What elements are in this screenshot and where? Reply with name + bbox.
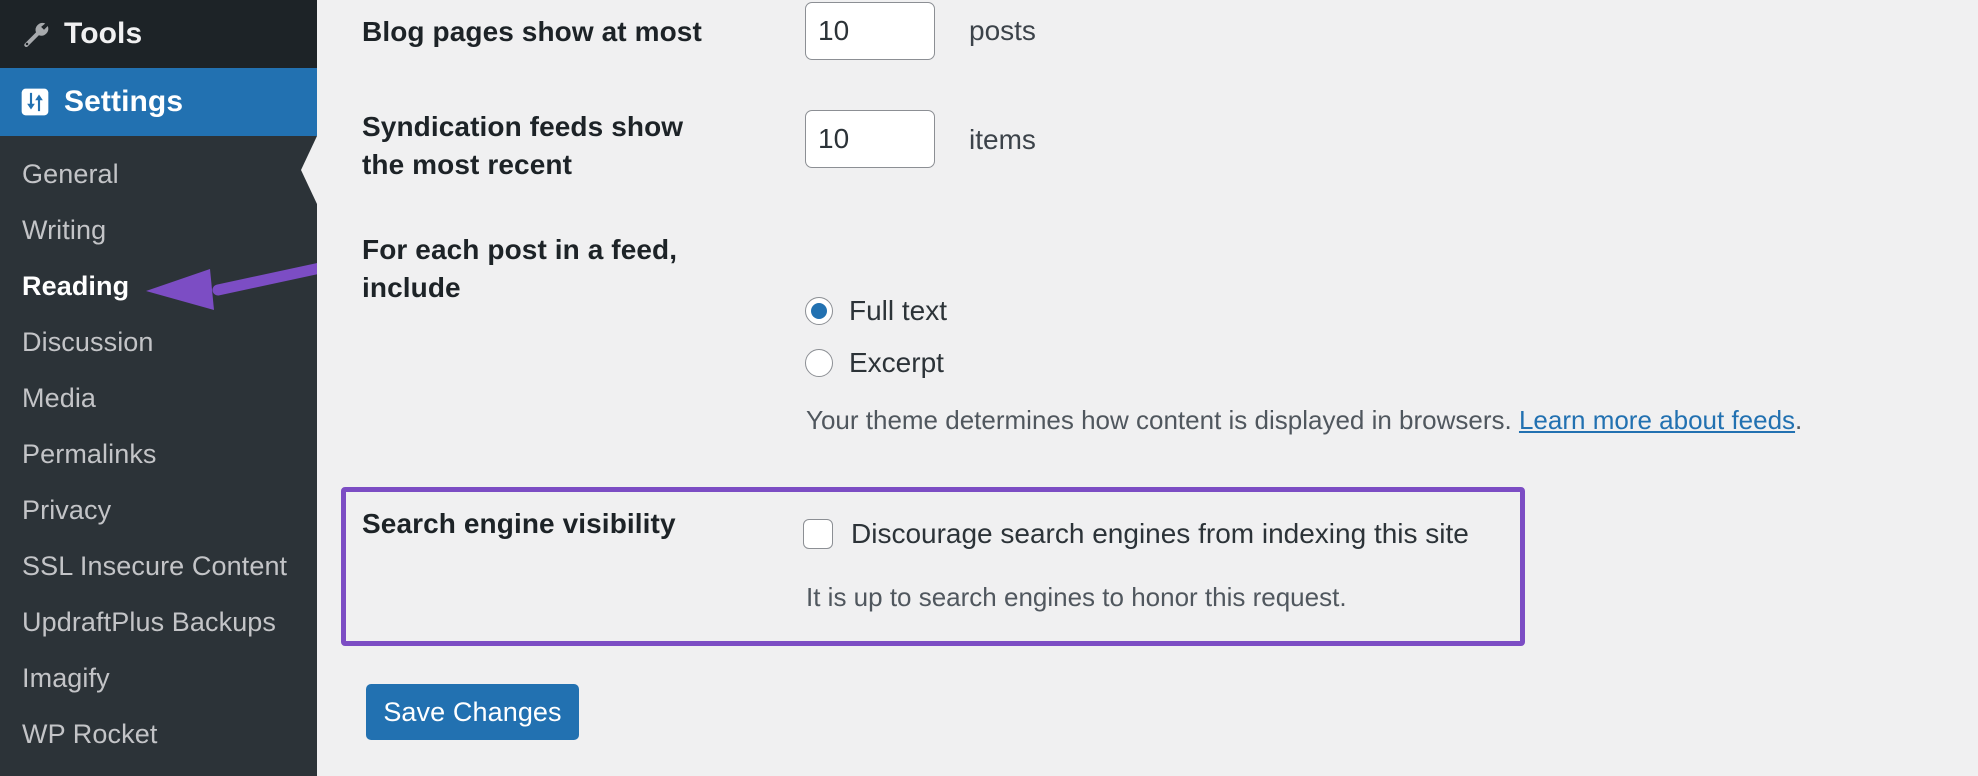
checkbox-label-discourage-search-engines: Discourage search engines from indexing … xyxy=(851,518,1469,549)
sliders-icon xyxy=(12,86,58,118)
sidebar-item-reading[interactable]: Reading xyxy=(0,258,317,314)
sidebar-subitem-label: Reading xyxy=(22,270,130,301)
sidebar-subitem-label: Media xyxy=(22,382,97,413)
sidebar-subitem-label: General xyxy=(22,158,119,189)
sidebar-item-updraftplus-backups[interactable]: UpdraftPlus Backups xyxy=(0,594,317,650)
sidebar-item-imagify[interactable]: Imagify xyxy=(0,650,317,706)
sidebar-item-writing[interactable]: Writing xyxy=(0,202,317,258)
search-visibility-help-text: It is up to search engines to honor this… xyxy=(806,582,1347,612)
radio-label-excerpt: Excerpt xyxy=(849,347,944,378)
admin-sidebar: Tools Settings General Writing Reading D… xyxy=(0,0,317,776)
sidebar-subitem-label: UpdraftPlus Backups xyxy=(22,606,277,637)
wordpress-settings-screen: Tools Settings General Writing Reading D… xyxy=(0,0,1978,776)
radio-icon-excerpt[interactable] xyxy=(805,349,833,377)
syndication-input[interactable] xyxy=(805,110,935,168)
sidebar-subitem-label: Writing xyxy=(22,214,107,245)
sidebar-item-privacy[interactable]: Privacy xyxy=(0,482,317,538)
blog-pages-label: Blog pages show at most xyxy=(362,16,702,47)
radio-label-full-text: Full text xyxy=(849,295,948,326)
sidebar-subitem-label: WP Rocket xyxy=(22,718,158,749)
reading-settings-form: Blog pages show at most posts Syndicatio… xyxy=(317,0,1978,776)
blog-pages-input[interactable] xyxy=(805,2,935,60)
feed-help-prefix: Your theme determines how content is dis… xyxy=(806,405,1519,435)
sidebar-subitem-label: Permalinks xyxy=(22,438,157,469)
sidebar-item-discussion[interactable]: Discussion xyxy=(0,314,317,370)
radio-option-full-text[interactable]: Full text xyxy=(805,294,947,328)
sidebar-item-label: Settings xyxy=(64,85,184,118)
sidebar-item-tools[interactable]: Tools xyxy=(0,0,317,68)
sidebar-subitem-label: Privacy xyxy=(22,494,112,525)
sidebar-item-media[interactable]: Media xyxy=(0,370,317,426)
sidebar-subitem-label: Discussion xyxy=(22,326,154,357)
discourage-search-engines-row[interactable]: Discourage search engines from indexing … xyxy=(803,517,1469,551)
syndication-label: Syndication feeds show the most recent xyxy=(362,111,684,180)
radio-icon-full-text[interactable] xyxy=(805,297,833,325)
settings-submenu: General Writing Reading Discussion Media… xyxy=(0,136,317,762)
sidebar-subitem-label: Imagify xyxy=(22,662,110,693)
sidebar-item-permalinks[interactable]: Permalinks xyxy=(0,426,317,482)
sidebar-item-ssl-insecure-content[interactable]: SSL Insecure Content xyxy=(0,538,317,594)
sidebar-item-wp-rocket[interactable]: WP Rocket xyxy=(0,706,317,762)
sidebar-item-label: Tools xyxy=(64,17,143,50)
save-changes-button[interactable]: Save Changes xyxy=(366,684,579,740)
checkbox-icon-discourage-search-engines[interactable] xyxy=(803,519,833,549)
search-visibility-label: Search engine visibility xyxy=(362,508,676,539)
learn-more-about-feeds-link[interactable]: Learn more about feeds xyxy=(1519,405,1795,435)
blog-pages-unit: posts xyxy=(969,15,1036,46)
radio-option-excerpt[interactable]: Excerpt xyxy=(805,346,944,380)
feed-content-label: For each post in a feed, include xyxy=(362,234,678,303)
feed-help-suffix: . xyxy=(1795,405,1803,435)
wrench-icon xyxy=(12,19,58,49)
syndication-unit: items xyxy=(969,124,1036,155)
feed-help-text: Your theme determines how content is dis… xyxy=(806,403,1802,437)
sidebar-item-settings[interactable]: Settings xyxy=(0,68,317,204)
sidebar-subitem-label: SSL Insecure Content xyxy=(22,550,288,581)
sidebar-item-general[interactable]: General xyxy=(0,146,317,202)
